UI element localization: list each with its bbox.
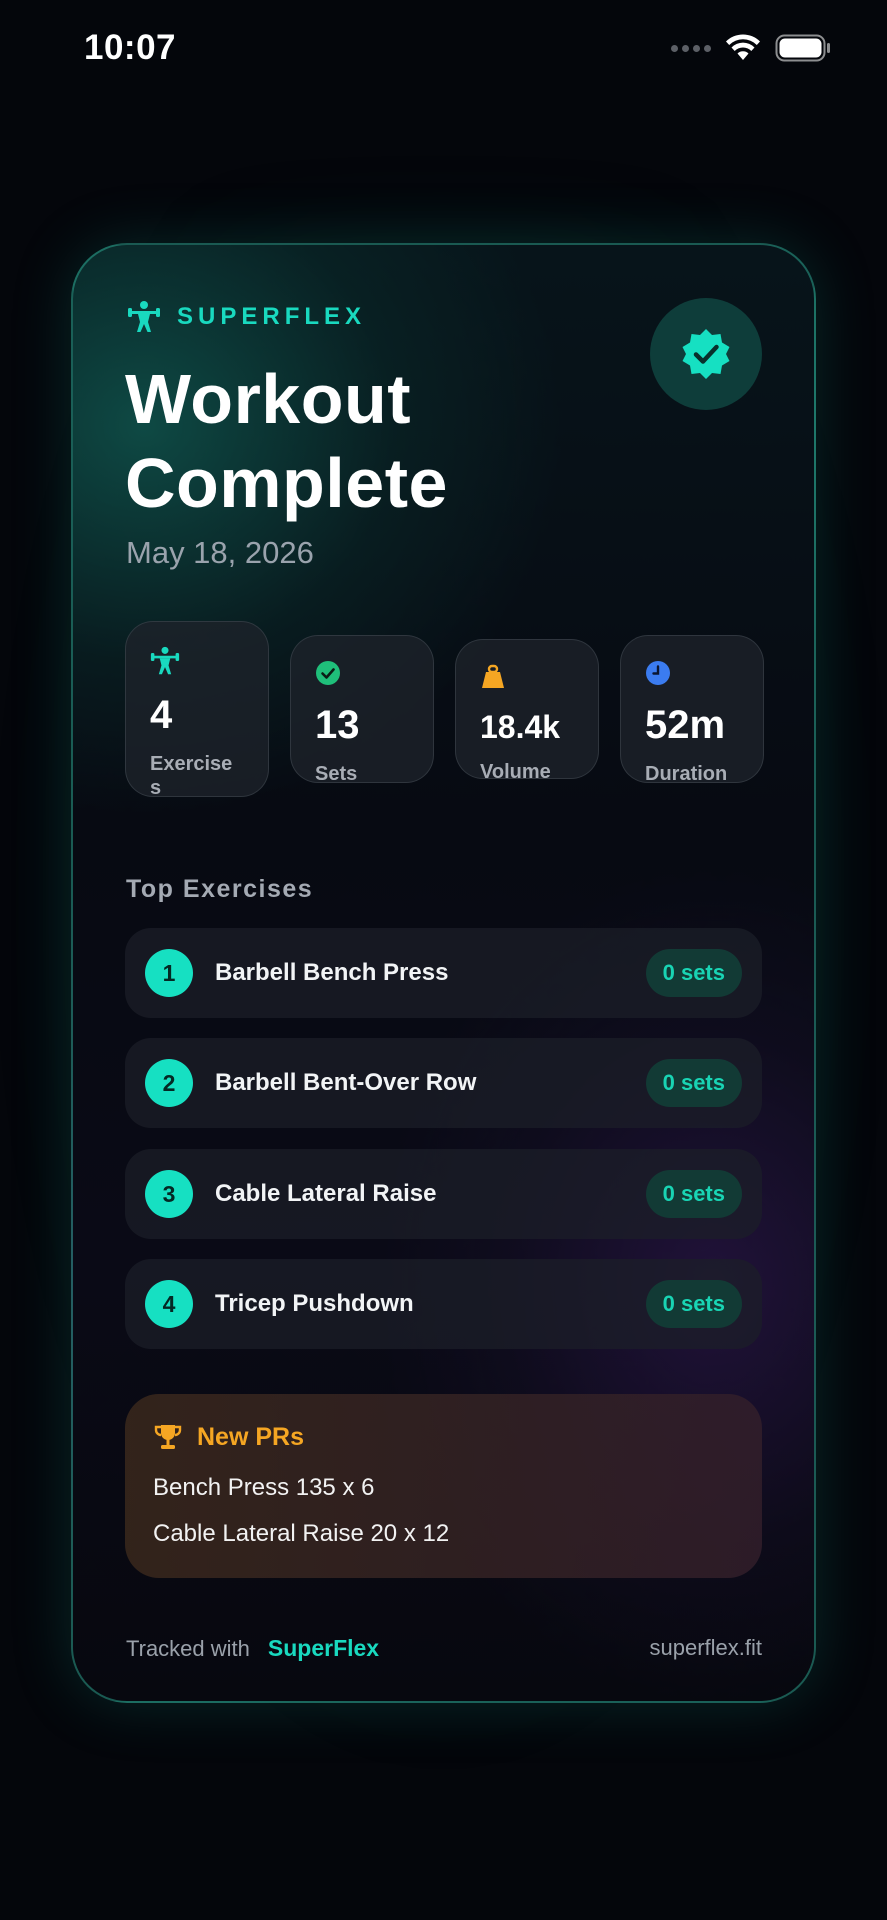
footer-site-link[interactable]: superflex.fit	[650, 1635, 763, 1661]
screen: 10:07 SUPERFLEX Workout Complete May 18,…	[0, 0, 887, 1920]
stat-duration: 52m Duration	[620, 635, 764, 785]
weight-icon	[482, 664, 504, 688]
verified-check-icon	[682, 329, 730, 379]
stat-value: 52m	[645, 703, 726, 747]
stat-value: 13	[315, 703, 360, 747]
new-prs-header: New PRs	[153, 1422, 304, 1452]
exercise-row[interactable]: 3 Cable Lateral Raise 0 sets	[125, 1149, 762, 1239]
trophy-icon	[154, 1425, 182, 1449]
exercise-sets-badge: 0 sets	[645, 1059, 742, 1107]
pr-item: Bench Press 135 x 6	[153, 1474, 375, 1501]
workout-summary-card: SUPERFLEX Workout Complete May 18, 2026 …	[71, 243, 816, 1703]
exercise-rank: 1	[145, 949, 193, 997]
stat-sets: 13 Sets	[290, 635, 434, 785]
new-prs-panel: New PRs Bench Press 135 x 6 Cable Latera…	[125, 1394, 762, 1578]
stat-label: Exercise s	[150, 753, 233, 799]
stat-label: Sets	[315, 763, 358, 785]
exercise-name: Barbell Bench Press	[215, 959, 449, 986]
exercise-row[interactable]: 1 Barbell Bench Press 0 sets	[125, 928, 762, 1018]
footer-tracked-with: Tracked with SuperFlex	[126, 1635, 379, 1662]
exercise-rank: 4	[145, 1280, 193, 1328]
status-icons	[671, 34, 831, 62]
tracked-with-label: Tracked with	[126, 1636, 250, 1661]
weightlifter-icon	[150, 646, 180, 675]
exercise-rank: 2	[145, 1059, 193, 1107]
status-time: 10:07	[84, 28, 177, 67]
section-title-top-exercises: Top Exercises	[126, 875, 314, 903]
exercise-rank: 3	[145, 1170, 193, 1218]
stat-label: Duration	[645, 763, 728, 785]
stat-volume: 18.4k Volume	[455, 639, 599, 783]
battery-icon	[775, 34, 830, 62]
wifi-icon	[726, 34, 760, 60]
title-line-1: Workout	[125, 360, 412, 438]
stat-value: 18.4k	[480, 709, 561, 745]
page-title: Workout Complete	[125, 357, 448, 525]
exercise-name: Cable Lateral Raise	[215, 1180, 437, 1207]
exercise-name: Tricep Pushdown	[215, 1290, 414, 1317]
brand: SUPERFLEX	[127, 300, 366, 334]
new-prs-title: New PRs	[197, 1422, 304, 1451]
workout-date: May 18, 2026	[126, 535, 314, 570]
exercise-sets-badge: 0 sets	[645, 1170, 742, 1218]
stat-label: Volume	[480, 761, 551, 783]
cellular-signal-icon	[671, 44, 711, 52]
title-line-2: Complete	[125, 444, 448, 522]
check-circle-icon	[316, 661, 340, 685]
pr-item: Cable Lateral Raise 20 x 12	[153, 1520, 450, 1547]
stat-exercises: 4 Exercise s	[125, 621, 269, 799]
weightlifter-icon	[128, 301, 160, 332]
exercise-row[interactable]: 4 Tricep Pushdown 0 sets	[125, 1259, 762, 1349]
clock-icon	[646, 661, 670, 685]
exercise-name: Barbell Bent-Over Row	[215, 1069, 477, 1096]
exercise-sets-badge: 0 sets	[645, 1280, 742, 1328]
brand-name: SUPERFLEX	[177, 303, 367, 330]
exercise-sets-badge: 0 sets	[645, 949, 742, 997]
exercise-row[interactable]: 2 Barbell Bent-Over Row 0 sets	[125, 1038, 762, 1128]
verified-badge	[650, 298, 762, 410]
stat-value: 4	[150, 693, 173, 737]
footer-brand: SuperFlex	[267, 1635, 380, 1661]
